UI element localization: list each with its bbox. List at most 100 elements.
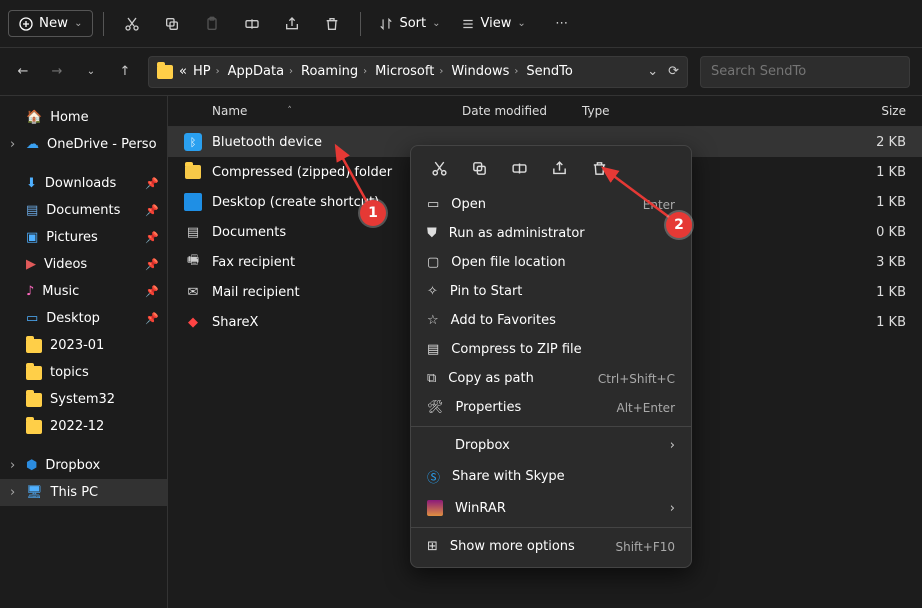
paste-icon[interactable] xyxy=(194,6,230,42)
sidebar-onedrive[interactable]: ☁ OneDrive - Perso xyxy=(0,131,167,158)
bc-seg-2[interactable]: Roaming› xyxy=(301,64,369,79)
recent-dropdown[interactable]: ⌄ xyxy=(80,61,102,83)
videos-icon: ▶ xyxy=(26,257,36,272)
annotation-marker-2: 2 xyxy=(666,212,692,238)
col-type[interactable]: Type xyxy=(582,104,692,118)
ctx-compress-zip[interactable]: ▤Compress to ZIP file xyxy=(411,335,691,364)
breadcrumb[interactable]: « HP› AppData› Roaming› Microsoft› Windo… xyxy=(148,56,688,88)
view-label: View xyxy=(481,16,512,31)
search-input[interactable] xyxy=(711,64,899,79)
star-icon: ☆ xyxy=(427,313,439,328)
up-button[interactable]: ↑ xyxy=(114,61,136,83)
mail-icon: ✉ xyxy=(184,283,202,301)
more-icon[interactable]: ⋯ xyxy=(544,6,580,42)
bc-seg-1[interactable]: AppData› xyxy=(228,64,295,79)
documents-icon: ▤ xyxy=(26,203,38,218)
col-name[interactable]: Name˄ xyxy=(212,104,462,118)
cut-icon[interactable] xyxy=(114,6,150,42)
copy-path-icon: ⧉ xyxy=(427,371,436,386)
skype-icon: Ⓢ xyxy=(427,467,440,486)
col-size[interactable]: Size xyxy=(846,104,906,118)
ctx-pin-start[interactable]: ✧Pin to Start xyxy=(411,277,691,306)
cut-icon[interactable] xyxy=(429,158,449,178)
fax-icon: 🖷 xyxy=(184,253,202,271)
sidebar-onedrive-label: OneDrive - Perso xyxy=(47,137,157,152)
bc-seg-4[interactable]: Windows› xyxy=(451,64,520,79)
sidebar-item-topics[interactable]: topics xyxy=(0,359,167,386)
ctx-show-more[interactable]: ⊞Show more optionsShift+F10 xyxy=(411,532,691,561)
sidebar-home[interactable]: 🏠 Home xyxy=(0,104,167,131)
view-button[interactable]: View ⌄ xyxy=(453,10,534,37)
sidebar-item-2023-01[interactable]: 2023-01 xyxy=(0,332,167,359)
bc-seg-3[interactable]: Microsoft› xyxy=(375,64,445,79)
sidebar-dropbox[interactable]: ⬢Dropbox xyxy=(0,452,167,479)
shield-icon: ⛊ xyxy=(427,226,437,241)
delete-icon[interactable] xyxy=(314,6,350,42)
toolbar: New ⌄ Sort ⌄ View ⌄ ⋯ xyxy=(0,0,922,48)
search-box[interactable] xyxy=(700,56,910,88)
sidebar-item-system32[interactable]: System32 xyxy=(0,386,167,413)
folder-icon: ▢ xyxy=(427,255,439,270)
back-button[interactable]: ← xyxy=(12,61,34,83)
download-icon: ⬇ xyxy=(26,176,37,191)
share-icon[interactable] xyxy=(274,6,310,42)
ctx-open-location[interactable]: ▢Open file location xyxy=(411,248,691,277)
view-icon xyxy=(461,17,475,31)
ctx-properties[interactable]: 🛠PropertiesAlt+Enter xyxy=(411,393,691,422)
sidebar-item-documents[interactable]: ▤Documents📌 xyxy=(0,197,167,224)
cloud-icon: ☁ xyxy=(26,137,39,152)
bc-seg-0[interactable]: HP› xyxy=(193,64,222,79)
music-icon: ♪ xyxy=(26,284,34,299)
sort-label: Sort xyxy=(399,16,426,31)
chevron-down-icon: ⌄ xyxy=(432,18,440,29)
chevron-right-icon: › xyxy=(670,438,675,453)
sidebar-item-2022-12[interactable]: 2022-12 xyxy=(0,413,167,440)
new-label: New xyxy=(39,16,68,31)
sidebar-item-music[interactable]: ♪Music📌 xyxy=(0,278,167,305)
navbar: ← → ⌄ ↑ « HP› AppData› Roaming› Microsof… xyxy=(0,48,922,96)
share-icon[interactable] xyxy=(549,158,569,178)
forward-button[interactable]: → xyxy=(46,61,68,83)
sidebar-item-pictures[interactable]: ▣Pictures📌 xyxy=(0,224,167,251)
ctx-dropbox[interactable]: Dropbox› xyxy=(411,431,691,460)
ctx-winrar[interactable]: WinRAR› xyxy=(411,493,691,523)
folder-icon xyxy=(26,339,42,353)
rename-icon[interactable] xyxy=(234,6,270,42)
column-headers: Name˄ Date modified Type Size xyxy=(168,96,922,127)
ctx-add-favorites[interactable]: ☆Add to Favorites xyxy=(411,306,691,335)
ctx-run-admin[interactable]: ⛊Run as administrator xyxy=(411,219,691,248)
annotation-marker-1: 1 xyxy=(360,200,386,226)
folder-icon xyxy=(157,65,173,79)
refresh-icon[interactable]: ⟳ xyxy=(668,64,679,79)
pin-icon: 📌 xyxy=(145,177,159,190)
ctx-open[interactable]: ▭OpenEnter xyxy=(411,190,691,219)
new-button[interactable]: New ⌄ xyxy=(8,10,93,37)
sidebar-item-videos[interactable]: ▶Videos📌 xyxy=(0,251,167,278)
sidebar-thispc[interactable]: 🖥This PC xyxy=(0,479,167,506)
folder-icon xyxy=(26,393,42,407)
chevron-down-icon[interactable]: ⌄ xyxy=(647,64,658,79)
sidebar-item-desktop[interactable]: ▭Desktop📌 xyxy=(0,305,167,332)
delete-icon[interactable] xyxy=(589,158,609,178)
pin-icon: 📌 xyxy=(145,312,159,325)
breadcrumb-prefix: « xyxy=(179,64,187,79)
copy-icon[interactable] xyxy=(154,6,190,42)
thispc-icon: 🖥 xyxy=(26,485,43,500)
col-date[interactable]: Date modified xyxy=(462,104,582,118)
bc-seg-5[interactable]: SendTo xyxy=(526,64,572,79)
pin-icon: 📌 xyxy=(145,231,159,244)
folder-icon xyxy=(26,366,42,380)
sidebar-home-label: Home xyxy=(50,110,88,125)
sidebar-item-downloads[interactable]: ⬇Downloads📌 xyxy=(0,170,167,197)
documents-icon: ▤ xyxy=(184,223,202,241)
context-quick-actions xyxy=(411,146,691,190)
ctx-skype[interactable]: ⓈShare with Skype xyxy=(411,460,691,493)
ctx-copy-path[interactable]: ⧉Copy as pathCtrl+Shift+C xyxy=(411,364,691,393)
folder-icon xyxy=(26,420,42,434)
copy-icon[interactable] xyxy=(469,158,489,178)
bluetooth-icon: ᛒ xyxy=(184,133,202,151)
sort-button[interactable]: Sort ⌄ xyxy=(371,10,448,37)
pin-icon: 📌 xyxy=(145,285,159,298)
chevron-right-icon: › xyxy=(670,501,675,516)
rename-icon[interactable] xyxy=(509,158,529,178)
